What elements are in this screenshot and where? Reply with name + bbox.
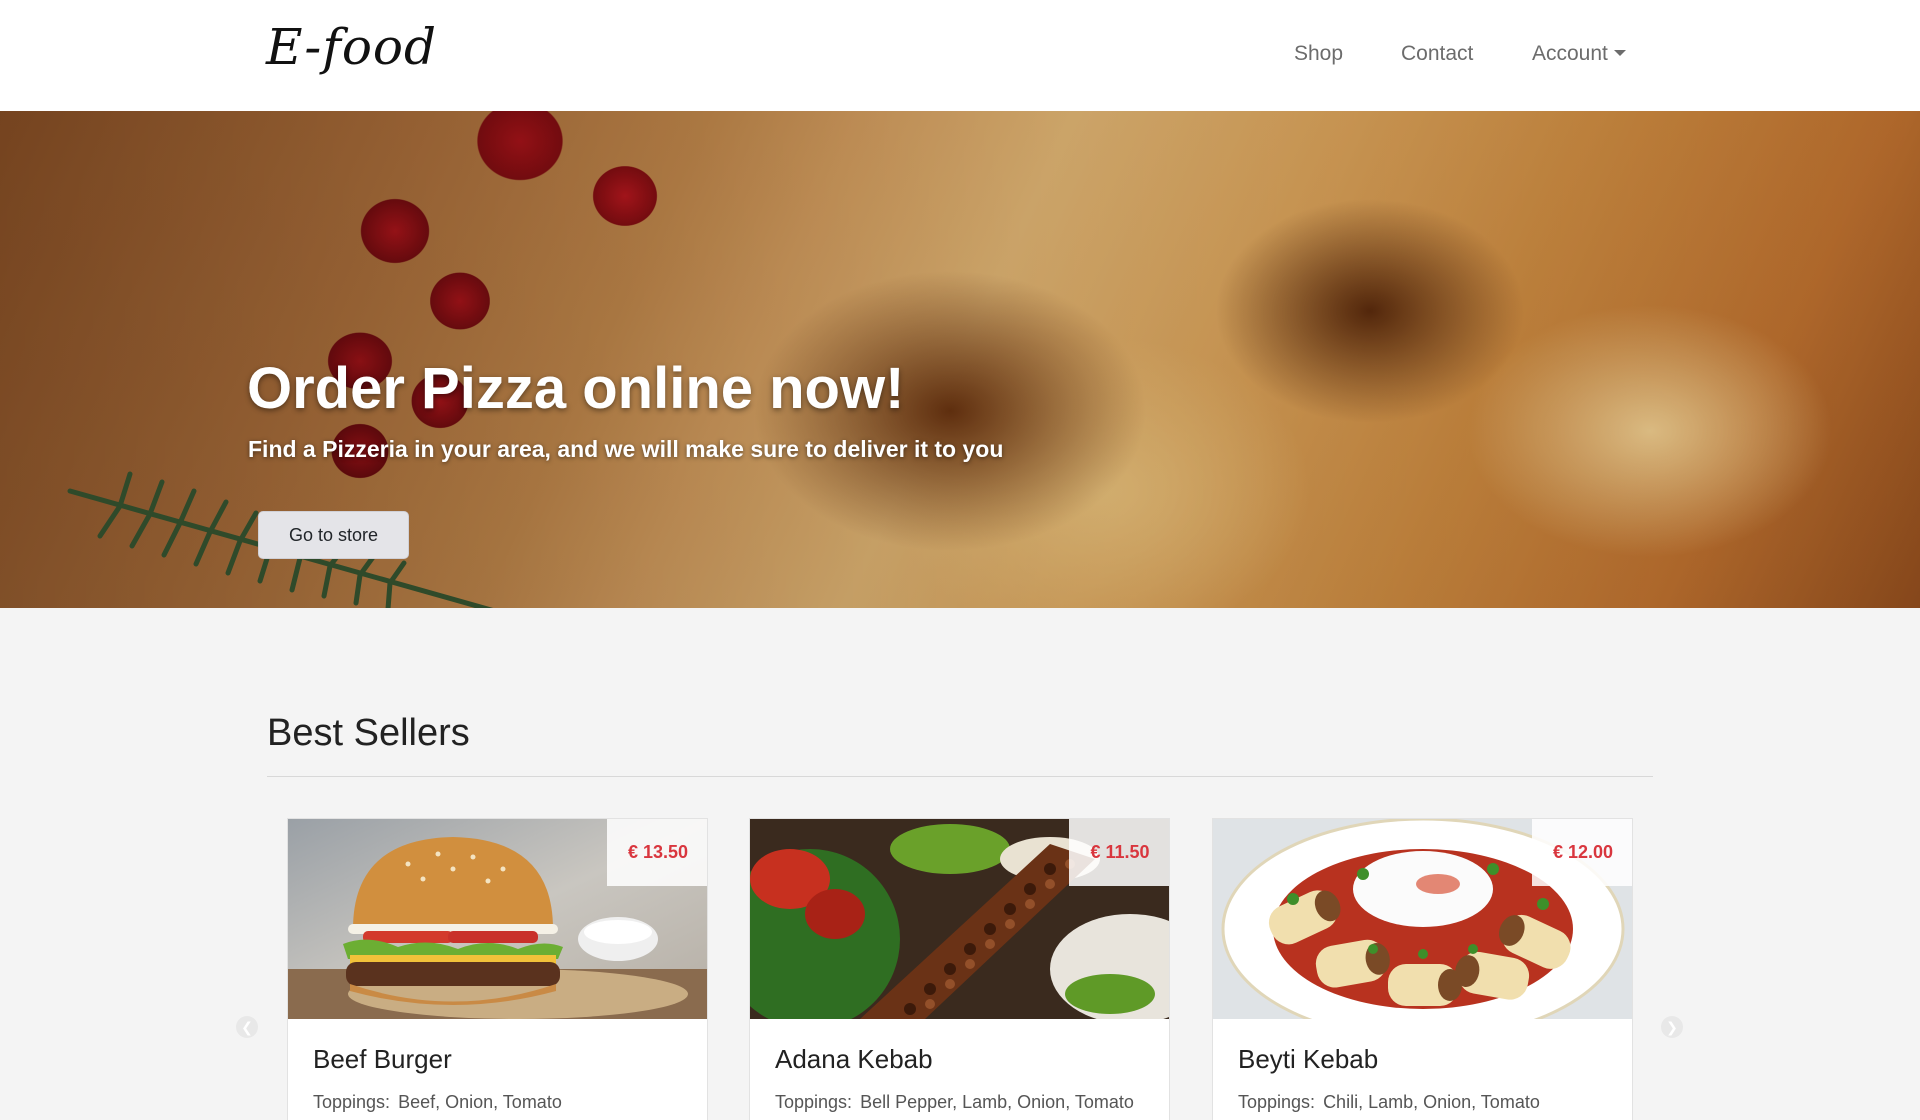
product-toppings: Toppings: Bell Pepper, Lamb, Onion, Tomat… <box>775 1092 1134 1113</box>
price-badge: € 11.50 <box>1069 819 1169 886</box>
toppings-label: Toppings: <box>313 1092 391 1112</box>
toppings-label: Toppings: <box>775 1092 853 1112</box>
nav-account-dropdown[interactable]: Account <box>1532 42 1626 66</box>
chevron-left-icon[interactable]: ❮ <box>236 1016 258 1038</box>
chevron-right-icon[interactable]: ❯ <box>1661 1016 1683 1038</box>
toppings-value: Bell Pepper, Lamb, Onion, Tomato <box>860 1092 1134 1112</box>
section-divider <box>267 776 1653 777</box>
hero-title: Order Pizza online now! <box>247 356 905 421</box>
product-toppings: Toppings: Beef, Onion, Tomato <box>313 1092 562 1113</box>
product-name[interactable]: Beef Burger <box>313 1044 452 1075</box>
nav-link-contact[interactable]: Contact <box>1401 42 1473 66</box>
price-badge: € 12.00 <box>1532 819 1632 886</box>
product-card[interactable]: € 11.50 Adana Kebab Toppings: Bell Pepper… <box>749 818 1170 1120</box>
brand-logo[interactable]: E-food <box>266 18 437 76</box>
product-card[interactable]: € 13.50 Beef Burger Toppings: Beef, Onion… <box>287 818 708 1120</box>
best-sellers-title: Best Sellers <box>267 712 470 754</box>
toppings-label: Toppings: <box>1238 1092 1316 1112</box>
product-toppings: Toppings: Chili, Lamb, Onion, Tomato <box>1238 1092 1540 1113</box>
product-image-beyti-kebab[interactable]: € 12.00 <box>1213 819 1632 1019</box>
product-card[interactable]: € 12.00 Beyti Kebab Toppings: Chili, Lamb… <box>1212 818 1633 1120</box>
product-name[interactable]: Adana Kebab <box>775 1044 933 1075</box>
price-badge: € 13.50 <box>607 819 707 886</box>
nav-link-shop[interactable]: Shop <box>1294 42 1343 66</box>
nav-account-label: Account <box>1532 42 1608 65</box>
caret-down-icon <box>1613 50 1626 56</box>
product-image-adana-kebab[interactable]: € 11.50 <box>750 819 1169 1019</box>
hero-banner: Order Pizza online now! Find a Pizzeria … <box>0 111 1920 608</box>
product-name[interactable]: Beyti Kebab <box>1238 1044 1378 1075</box>
product-image-beef-burger[interactable]: € 13.50 <box>288 819 707 1019</box>
go-to-store-button[interactable]: Go to store <box>258 511 409 559</box>
toppings-value: Chili, Lamb, Onion, Tomato <box>1323 1092 1540 1112</box>
hero-subtitle: Find a Pizzeria in your area, and we wil… <box>248 436 1004 462</box>
toppings-value: Beef, Onion, Tomato <box>398 1092 562 1112</box>
navbar: E-food Shop Contact Account <box>0 0 1920 111</box>
